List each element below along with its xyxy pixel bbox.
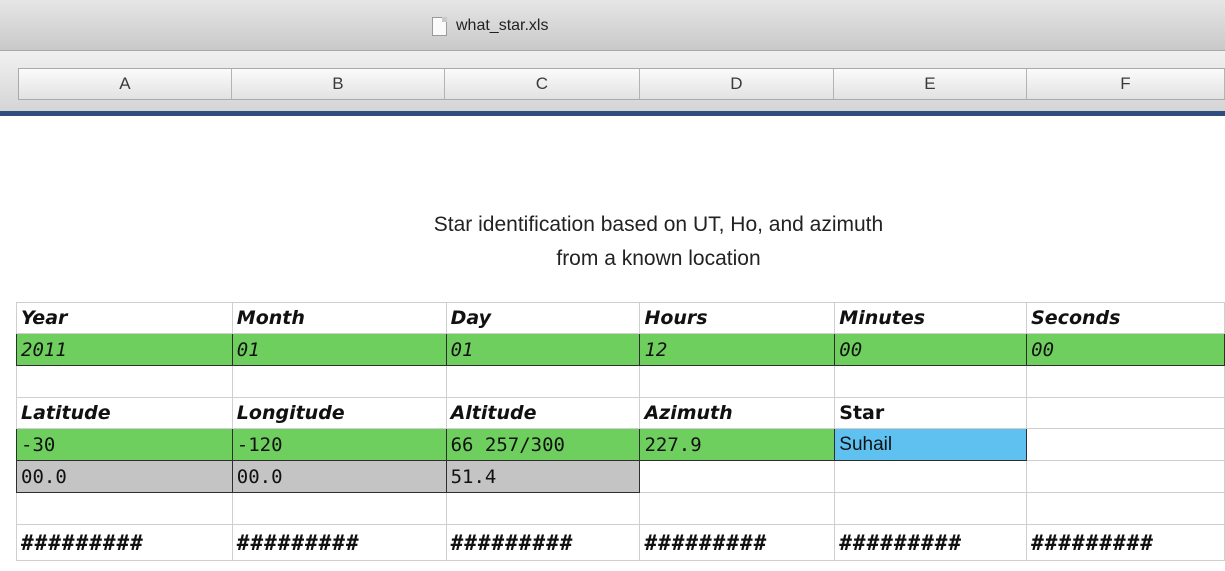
cell-empty[interactable] xyxy=(834,492,1028,525)
sheet-heading-line-1: Star identification based on UT, Ho, and… xyxy=(433,213,884,236)
cell-label-seconds[interactable]: Seconds xyxy=(1026,302,1225,334)
cell-day-value[interactable]: 01 xyxy=(445,333,641,366)
cell-minutes-value[interactable]: 00 xyxy=(834,333,1028,366)
header-divider xyxy=(0,111,1225,116)
cell-label-month[interactable]: Month xyxy=(231,302,447,334)
window-title-text: what_star.xls xyxy=(456,17,549,34)
cell-empty[interactable] xyxy=(639,460,836,493)
cell-computed-latitude[interactable]: 00.0 xyxy=(16,460,233,493)
cell-latitude-value[interactable]: -30 xyxy=(16,428,233,461)
cell-seconds-value[interactable]: 00 xyxy=(1026,333,1225,366)
cell-empty[interactable] xyxy=(16,365,233,398)
column-header-b[interactable]: B xyxy=(232,69,445,99)
cell-star-result[interactable]: Suhail xyxy=(834,428,1028,461)
column-header-d[interactable]: D xyxy=(640,69,834,99)
cell-empty[interactable] xyxy=(16,492,233,525)
cell-computed-longitude[interactable]: 00.0 xyxy=(231,460,447,493)
cell-empty[interactable] xyxy=(1026,397,1225,429)
cell-empty[interactable] xyxy=(834,460,1028,493)
cell-overflow-hash[interactable]: ######### xyxy=(834,524,1028,561)
cell-empty[interactable] xyxy=(834,365,1028,398)
cell-empty[interactable] xyxy=(1026,365,1225,398)
cell-label-hours[interactable]: Hours xyxy=(639,302,836,334)
cell-hours-value[interactable]: 12 xyxy=(639,333,836,366)
cell-empty[interactable] xyxy=(1026,428,1225,461)
cell-overflow-hash[interactable]: ######### xyxy=(445,524,641,561)
cell-label-minutes[interactable]: Minutes xyxy=(834,302,1028,334)
column-header-e[interactable]: E xyxy=(834,69,1027,99)
cell-empty[interactable] xyxy=(639,365,836,398)
cell-computed-altitude[interactable]: 51.4 xyxy=(445,460,641,493)
cell-label-azimuth[interactable]: Azimuth xyxy=(639,397,836,429)
cell-label-longitude[interactable]: Longitude xyxy=(231,397,447,429)
cell-empty[interactable] xyxy=(639,492,836,525)
column-header-a[interactable]: A xyxy=(19,69,232,99)
cell-empty[interactable] xyxy=(445,365,641,398)
cell-longitude-value[interactable]: -120 xyxy=(231,428,447,461)
cell-empty[interactable] xyxy=(231,492,447,525)
cell-empty[interactable] xyxy=(231,365,447,398)
sheet-heading-line-2: from a known location xyxy=(556,247,761,270)
column-header-c[interactable]: C xyxy=(445,69,640,99)
cell-empty[interactable] xyxy=(445,492,641,525)
cell-empty[interactable] xyxy=(1026,460,1225,493)
cell-label-year[interactable]: Year xyxy=(16,302,233,334)
cell-overflow-hash[interactable]: ######### xyxy=(1026,524,1225,561)
cell-overflow-hash[interactable]: ######### xyxy=(231,524,447,561)
column-header-bar: A B C D E F xyxy=(0,51,1225,111)
cell-month-value[interactable]: 01 xyxy=(231,333,447,366)
cell-empty[interactable] xyxy=(1026,492,1225,525)
title-bar: what_star.xls xyxy=(0,0,1225,51)
cell-label-latitude[interactable]: Latitude xyxy=(16,397,233,429)
cell-label-day[interactable]: Day xyxy=(445,302,641,334)
cell-altitude-value[interactable]: 66 257/300 xyxy=(445,428,641,461)
cell-year-value[interactable]: 2011 xyxy=(16,333,233,366)
cell-label-altitude[interactable]: Altitude xyxy=(445,397,641,429)
cell-label-star[interactable]: Star xyxy=(834,397,1028,429)
spreadsheet-grid: Year Month Day Hours Minutes Seconds 201… xyxy=(16,302,1225,561)
cell-overflow-hash[interactable]: ######### xyxy=(16,524,233,561)
column-header-f[interactable]: F xyxy=(1027,69,1225,99)
window-title: what_star.xls xyxy=(432,14,548,38)
cell-overflow-hash[interactable]: ######### xyxy=(639,524,836,561)
document-icon xyxy=(432,16,447,36)
cell-azimuth-value[interactable]: 227.9 xyxy=(639,428,836,461)
